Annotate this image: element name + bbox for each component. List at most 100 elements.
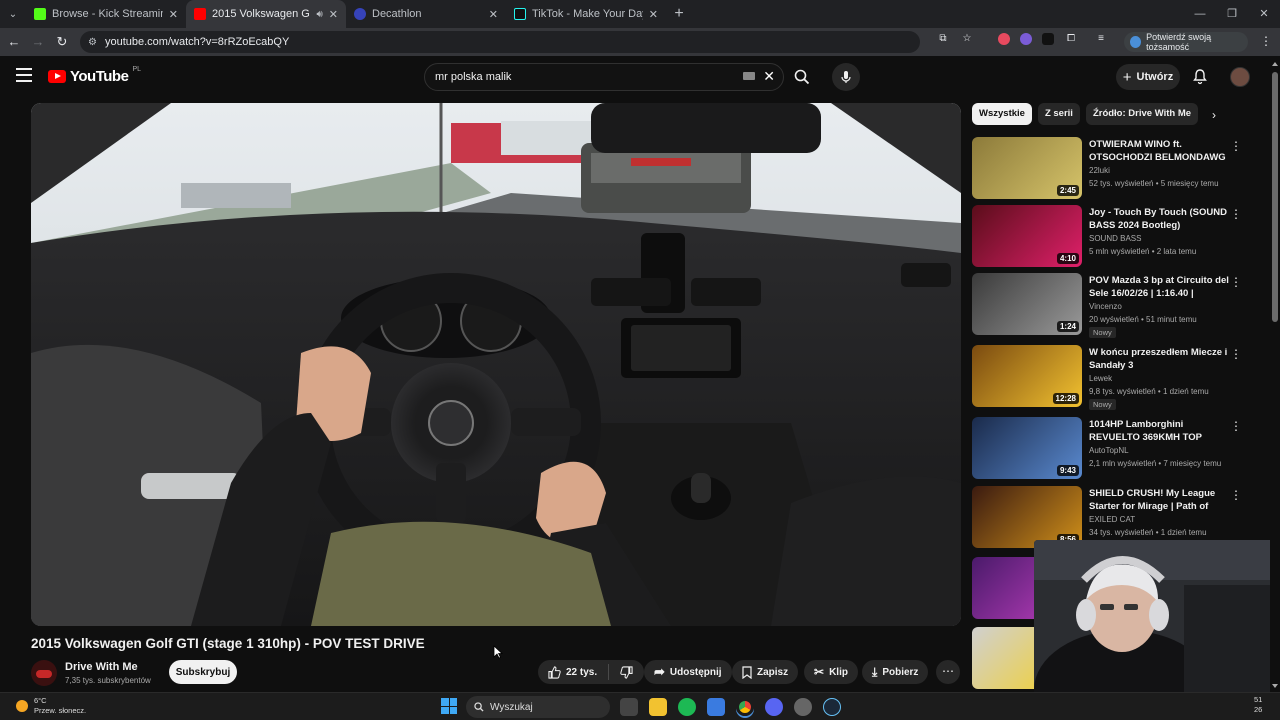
save-button[interactable]: Zapisz xyxy=(732,660,799,684)
settings-gear-icon[interactable] xyxy=(794,698,812,716)
close-icon[interactable]: ✕ xyxy=(329,8,338,21)
chrome-icon[interactable] xyxy=(736,698,754,716)
chip-all[interactable]: Wszystkie xyxy=(972,103,1032,125)
create-button[interactable]: + Utwórz xyxy=(1116,64,1180,90)
taskbar-search[interactable]: Wyszukaj xyxy=(466,696,610,718)
user-avatar[interactable] xyxy=(1230,67,1250,87)
restore-icon[interactable]: ❐ xyxy=(1216,0,1248,28)
close-icon[interactable]: ✕ xyxy=(649,8,658,21)
back-icon[interactable]: ← xyxy=(2,34,26,49)
more-options-icon[interactable]: ⋮ xyxy=(1230,139,1242,153)
discord-icon[interactable] xyxy=(765,698,783,716)
file-explorer-icon[interactable] xyxy=(649,698,667,716)
more-options-icon[interactable]: ⋮ xyxy=(1230,488,1242,502)
channel-name[interactable]: EXILED CAT xyxy=(1089,515,1135,524)
extension-purple-icon[interactable] xyxy=(1020,33,1032,45)
video-title[interactable]: SHIELD CRUSH! My League Starter for Mira… xyxy=(1089,487,1229,514)
close-icon[interactable]: ✕ xyxy=(169,8,178,21)
recommendation-item[interactable]: 12:28 W końcu przeszedłem Miecze i Sandał… xyxy=(972,345,1262,410)
chip-series[interactable]: Z serii xyxy=(1037,103,1080,125)
speaker-icon[interactable]: 🔊︎ xyxy=(316,9,322,20)
extension-red-icon[interactable] xyxy=(998,33,1010,45)
minimize-icon[interactable]: — xyxy=(1184,0,1216,28)
channel-name[interactable]: AutoTopNL xyxy=(1089,446,1129,455)
video-title[interactable]: 1014HP Lamborghini REVUELTO 369KMH TOP S… xyxy=(1089,418,1229,445)
tab-kick[interactable]: Browse - Kick Streaming ✕ xyxy=(26,0,186,28)
channel-avatar[interactable] xyxy=(31,660,57,686)
tab-youtube[interactable]: 2015 Volkswagen Golf GTI ( 🔊︎ ✕ xyxy=(186,0,346,28)
page-scrollbar[interactable] xyxy=(1270,56,1280,692)
forward-icon[interactable]: → xyxy=(26,34,50,49)
extension-dark-icon[interactable] xyxy=(1042,33,1054,45)
close-icon[interactable]: ✕ xyxy=(489,8,498,21)
extensions-puzzle-icon[interactable]: ⧠ xyxy=(1064,32,1078,46)
search-button[interactable] xyxy=(784,63,820,91)
youtube-logo[interactable]: YouTube PL xyxy=(48,66,141,85)
channel-name[interactable]: Vincenzo xyxy=(1089,302,1122,311)
bookmark-star-icon[interactable]: ☆ xyxy=(960,32,974,46)
video-title[interactable]: W końcu przeszedłem Miecze i Sandały 3 xyxy=(1089,346,1229,372)
browser-menu-icon[interactable]: ⋮ xyxy=(1260,34,1272,48)
thumbs-down-icon[interactable] xyxy=(620,665,633,679)
more-options-icon[interactable]: ⋮ xyxy=(1230,347,1242,361)
chevron-right-icon[interactable]: › xyxy=(1212,108,1216,122)
scroll-down-icon[interactable] xyxy=(1272,684,1278,688)
address-bar[interactable]: ⚙ youtube.com/watch?v=8rRZoEcabQY xyxy=(80,31,920,53)
close-window-icon[interactable]: ✕ xyxy=(1248,0,1280,28)
more-options-icon[interactable]: ⋮ xyxy=(1230,419,1242,433)
channel-name[interactable]: 22luki xyxy=(1089,166,1110,175)
more-options-icon[interactable]: ⋮ xyxy=(1230,207,1242,221)
video-player[interactable] xyxy=(31,103,961,626)
video-title[interactable]: POV Mazda 3 bp at Circuito del Sele 16/0… xyxy=(1089,274,1229,300)
video-title[interactable]: Joy - Touch By Touch (SOUND BASS 2024 Bo… xyxy=(1089,206,1229,232)
profile-identity-button[interactable]: Potwierdź swoją tożsamość xyxy=(1124,32,1248,52)
store-icon[interactable] xyxy=(707,698,725,716)
new-tab-button[interactable]: + xyxy=(666,5,692,23)
chip-source[interactable]: Źródło: Drive With Me xyxy=(1085,103,1199,125)
voice-search-button[interactable] xyxy=(832,63,860,91)
video-thumbnail[interactable]: 12:28 xyxy=(972,345,1082,407)
reading-list-icon[interactable]: ≡ xyxy=(1094,32,1108,46)
taskbar-clock[interactable]: 51 26 xyxy=(1254,695,1262,715)
recommendation-item[interactable]: 8:56 SHIELD CRUSH! My League Starter for … xyxy=(972,486,1262,551)
channel-name[interactable]: Lewek xyxy=(1089,374,1112,383)
more-options-icon[interactable]: ⋮ xyxy=(1230,275,1242,289)
video-title[interactable]: OTWIERAM WINO ft. OTSOCHODZI BELMONDAWG xyxy=(1089,138,1229,164)
channel-name[interactable]: SOUND BASS xyxy=(1089,234,1141,243)
tab-decathlon[interactable]: Decathlon ✕ xyxy=(346,0,506,28)
search-input[interactable]: mr polska malik ✕ xyxy=(424,63,784,91)
reload-icon[interactable]: ↻ xyxy=(50,34,74,50)
share-button[interactable]: ➦ Udostępnij xyxy=(644,660,732,684)
keyboard-icon[interactable] xyxy=(743,72,755,80)
scrollbar-thumb[interactable] xyxy=(1272,72,1278,322)
windows-start-icon[interactable] xyxy=(441,698,457,714)
menu-icon[interactable] xyxy=(16,68,32,82)
thumbs-up-icon[interactable] xyxy=(548,665,561,679)
video-thumbnail[interactable]: 8:56 xyxy=(972,486,1082,548)
video-thumbnail[interactable]: 1:24 xyxy=(972,273,1082,335)
spotify-icon[interactable] xyxy=(678,698,696,716)
steam-icon[interactable] xyxy=(823,698,841,716)
recommendation-item[interactable]: 4:10 Joy - Touch By Touch (SOUND BASS 202… xyxy=(972,205,1262,267)
notifications-button[interactable] xyxy=(1192,68,1208,90)
download-button[interactable]: ⤓ Pobierz xyxy=(862,660,929,684)
recommendation-item[interactable]: 9:43 1014HP Lamborghini REVUELTO 369KMH T… xyxy=(972,417,1262,479)
subscribe-button[interactable]: Subskrybuj xyxy=(169,660,237,684)
video-thumbnail[interactable]: 4:10 xyxy=(972,205,1082,267)
cast-icon[interactable]: ⧉ xyxy=(936,32,950,46)
tab-tiktok[interactable]: TikTok - Make Your Day ✕ xyxy=(506,0,666,28)
scroll-up-icon[interactable] xyxy=(1272,62,1278,66)
weather-widget[interactable]: 6°C Przew. słonecz. xyxy=(16,696,86,716)
site-info-icon[interactable]: ⚙ xyxy=(88,37,97,48)
video-thumbnail[interactable]: 9:43 xyxy=(972,417,1082,479)
clear-search-icon[interactable]: ✕ xyxy=(763,68,775,85)
more-actions-icon[interactable]: ⋯ xyxy=(936,660,960,684)
like-count[interactable]: 22 tys. xyxy=(566,667,597,678)
task-view-icon[interactable] xyxy=(620,698,638,716)
channel-name[interactable]: Drive With Me xyxy=(65,661,138,673)
tab-search-icon[interactable]: ⌄ xyxy=(0,0,26,28)
clip-button[interactable]: ✂ Klip xyxy=(804,660,858,684)
recommendation-item[interactable]: 2:45 OTWIERAM WINO ft. OTSOCHODZI BELMOND… xyxy=(972,137,1262,199)
video-thumbnail[interactable]: 2:45 xyxy=(972,137,1082,199)
recommendation-item[interactable]: 1:24 POV Mazda 3 bp at Circuito del Sele … xyxy=(972,273,1262,338)
